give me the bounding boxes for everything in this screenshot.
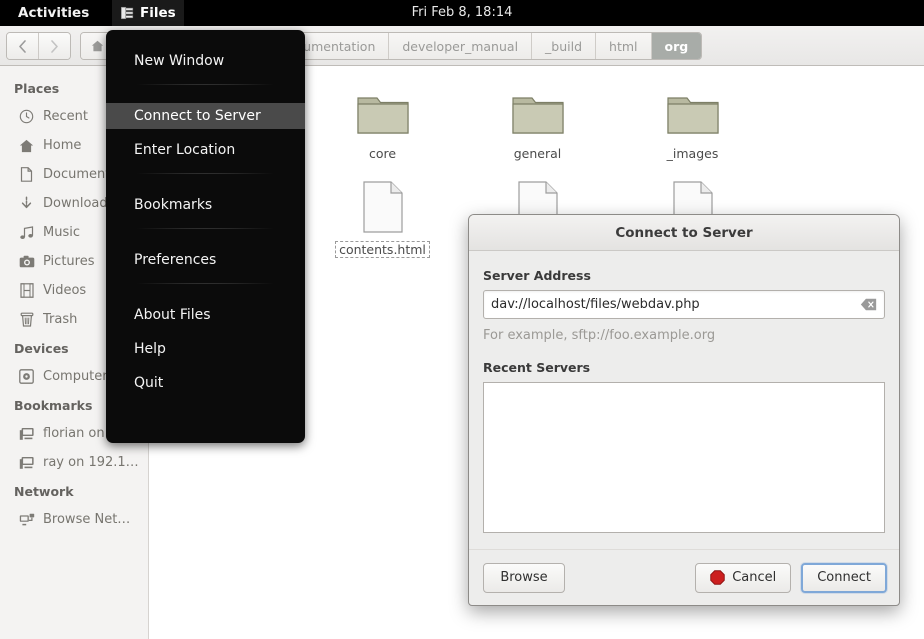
home-icon <box>18 137 35 154</box>
app-menu-popup: New Window Connect to Server Enter Locat… <box>106 30 305 443</box>
dialog-footer: Browse Cancel Connect <box>469 549 900 605</box>
folder-icon <box>661 80 725 138</box>
gnome-top-bar: Activities Files Fri Feb 8, 18:14 <box>0 0 924 26</box>
sidebar-item-label: Videos <box>43 283 86 298</box>
file-name: _images <box>663 145 723 162</box>
folder-icon <box>351 80 415 138</box>
breadcrumb-item-html[interactable]: html <box>595 33 650 59</box>
camera-icon <box>18 253 35 270</box>
screen: Activities Files Fri Feb 8, 18:14 <box>0 0 924 639</box>
document-icon <box>18 166 35 183</box>
sidebar-section-network: Network <box>0 477 148 505</box>
connect-button[interactable]: Connect <box>801 563 887 593</box>
file-manager-icon <box>120 6 135 20</box>
sidebar-item-label: Computer <box>43 369 108 384</box>
popup-arrow <box>120 30 142 31</box>
menu-separator <box>128 228 283 229</box>
connect-to-server-dialog: Connect to Server Server Address dav://l… <box>468 214 900 606</box>
clock-icon <box>18 108 35 125</box>
back-button[interactable] <box>7 33 38 59</box>
breadcrumb-item-build[interactable]: _build <box>531 33 595 59</box>
server-address-hint: For example, sftp://foo.example.org <box>483 328 885 343</box>
app-menu-label: Files <box>140 0 176 26</box>
navigation-buttons <box>6 32 71 60</box>
sidebar-item-label: Music <box>43 225 80 240</box>
cancel-button[interactable]: Cancel <box>695 563 791 593</box>
breadcrumb-item-label: developer_manual <box>402 39 518 54</box>
dialog-body: Server Address dav://localhost/files/web… <box>469 251 899 533</box>
remote-server-icon <box>18 425 35 442</box>
recent-servers-label: Recent Servers <box>483 360 885 375</box>
cancel-button-label: Cancel <box>732 570 776 585</box>
file-name: contents.html <box>335 241 430 258</box>
menu-item-quit[interactable]: Quit <box>106 370 305 396</box>
sidebar-item-label: ray on 192.1… <box>43 455 139 470</box>
computer-icon <box>18 368 35 385</box>
menu-item-help[interactable]: Help <box>106 336 305 362</box>
sidebar-item-label: Home <box>43 138 81 153</box>
browse-button-label: Browse <box>500 570 547 585</box>
recent-servers-list[interactable] <box>483 382 885 533</box>
film-icon <box>18 282 35 299</box>
sidebar-item-label: Trash <box>43 312 77 327</box>
sidebar-item-browse-network[interactable]: Browse Net… <box>0 505 148 534</box>
connect-button-label: Connect <box>817 570 871 585</box>
network-icon <box>18 511 35 528</box>
server-address-input[interactable]: dav://localhost/files/webdav.php <box>483 290 885 319</box>
chevron-right-icon <box>50 40 59 53</box>
menu-item-preferences[interactable]: Preferences <box>106 247 305 273</box>
breadcrumb-item-org[interactable]: org <box>651 33 702 59</box>
file-name: general <box>510 145 566 162</box>
sidebar-item-label: Pictures <box>43 254 94 269</box>
browse-button[interactable]: Browse <box>483 563 565 593</box>
menu-separator <box>128 173 283 174</box>
menu-item-about-files[interactable]: About Files <box>106 302 305 328</box>
menu-item-connect-to-server[interactable]: Connect to Server <box>106 103 305 129</box>
menu-item-bookmarks[interactable]: Bookmarks <box>106 192 305 218</box>
sidebar-item-label: Downloads <box>43 196 114 211</box>
file-item-images[interactable]: _images <box>615 80 770 162</box>
breadcrumb-item-label: _build <box>545 39 582 54</box>
file-item-contents-html[interactable]: contents.html <box>305 176 460 258</box>
file-name: core <box>365 145 400 162</box>
stop-icon <box>710 570 725 585</box>
sidebar-item-ray-server[interactable]: ray on 192.1… <box>0 448 148 477</box>
sidebar-item-label: Browse Net… <box>43 512 130 527</box>
folder-icon <box>506 80 570 138</box>
file-item-core[interactable]: core <box>305 80 460 162</box>
download-icon <box>18 195 35 212</box>
trash-icon <box>18 311 35 328</box>
app-menu-button[interactable]: Files <box>112 0 184 26</box>
dialog-action-buttons: Cancel Connect <box>695 563 887 593</box>
remote-server-icon <box>18 454 35 471</box>
breadcrumb-item-label: html <box>609 39 637 54</box>
breadcrumb-item-developer-manual[interactable]: developer_manual <box>388 33 531 59</box>
activities-button[interactable]: Activities <box>10 0 97 26</box>
dialog-title: Connect to Server <box>615 225 752 241</box>
menu-separator <box>128 84 283 85</box>
clear-entry-icon[interactable] <box>860 297 877 312</box>
server-address-label: Server Address <box>483 268 885 283</box>
server-address-value: dav://localhost/files/webdav.php <box>484 297 860 312</box>
breadcrumb-item-label: org <box>665 39 689 54</box>
sidebar-item-label: Recent <box>43 109 88 124</box>
menu-item-enter-location[interactable]: Enter Location <box>106 137 305 163</box>
dialog-titlebar: Connect to Server <box>469 215 899 251</box>
chevron-left-icon <box>18 40 27 53</box>
document-file-icon <box>351 176 415 234</box>
forward-button[interactable] <box>38 33 70 59</box>
home-icon <box>91 40 104 52</box>
file-item-general[interactable]: general <box>460 80 615 162</box>
menu-separator <box>128 283 283 284</box>
music-note-icon <box>18 224 35 241</box>
menu-item-new-window[interactable]: New Window <box>106 48 305 74</box>
